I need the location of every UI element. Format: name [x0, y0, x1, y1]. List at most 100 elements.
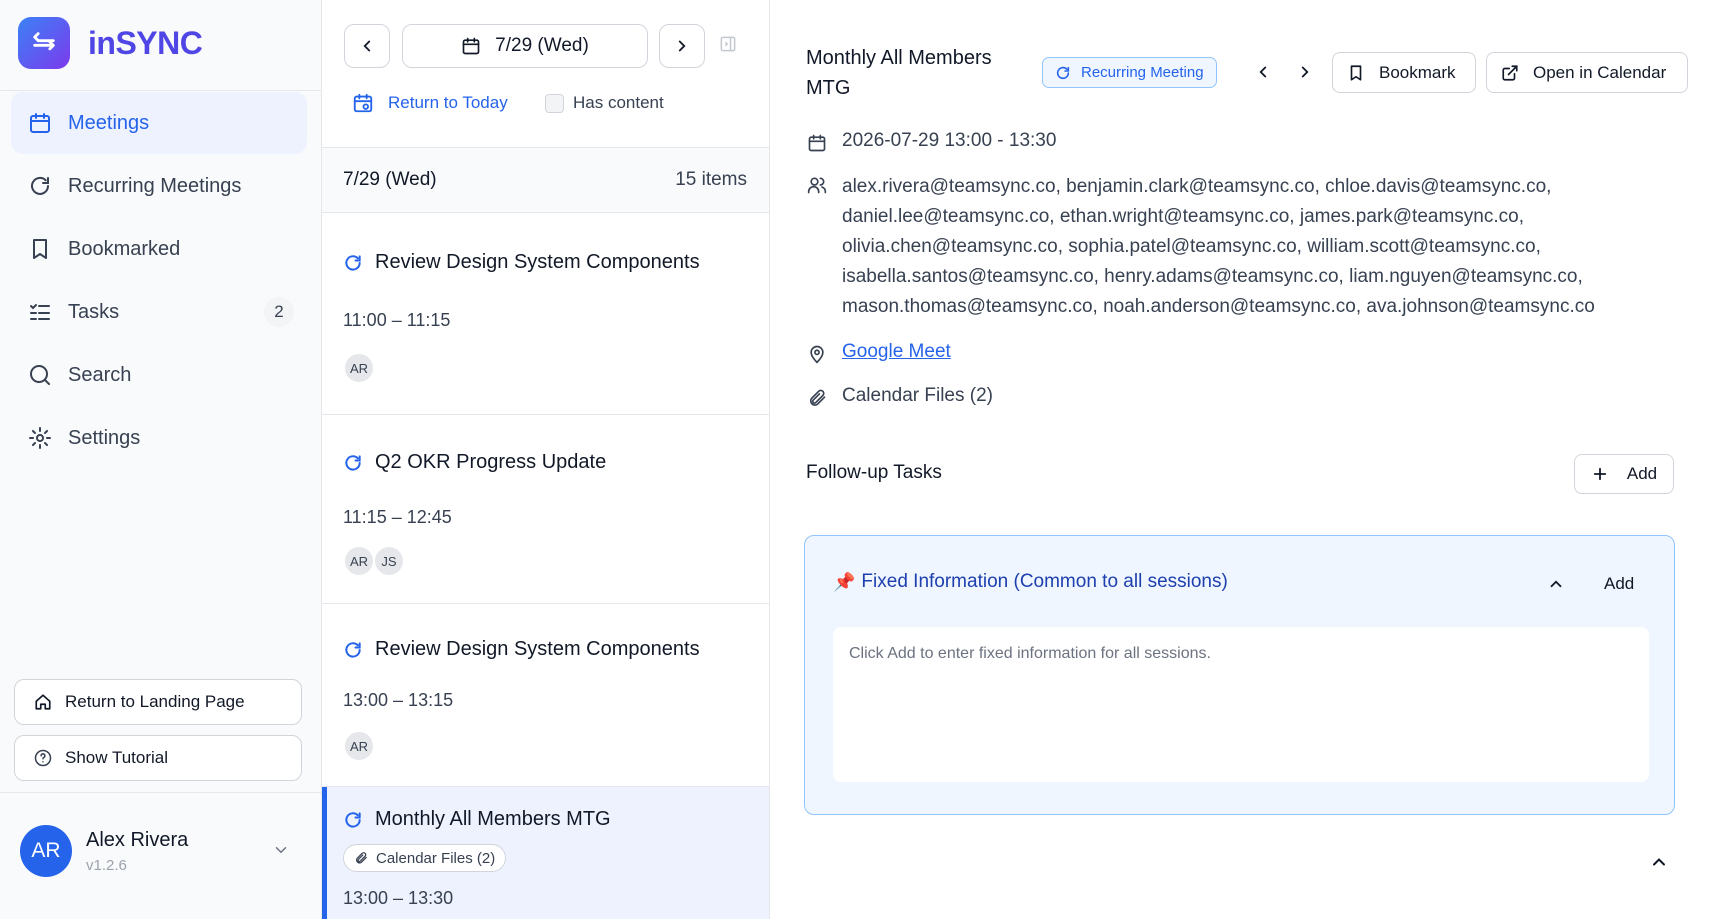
open-in-calendar-label: Open in Calendar [1533, 62, 1667, 82]
has-content-checkbox[interactable] [545, 93, 564, 113]
date-label: 7/29 (Wed) [495, 35, 589, 56]
sidebar-item-meetings[interactable]: Meetings [11, 92, 307, 154]
attendee-list: alex.rivera@teamsync.co, benjamin.clark@… [842, 176, 1595, 317]
location-row: Google Meet [806, 341, 951, 364]
meeting-time: 13:00 – 13:30 [343, 888, 454, 908]
sidebar-item-bookmarked[interactable]: Bookmarked [11, 218, 307, 280]
user-menu[interactable]: AR Alex Rivera v1.2.6 [20, 823, 300, 879]
return-today-button[interactable]: Return to Today [352, 92, 508, 114]
calendar-today-icon [353, 93, 373, 113]
refresh-icon [1056, 66, 1070, 79]
attendee-avatars: AR JS [343, 545, 405, 577]
avatar: AR [343, 545, 375, 577]
fixed-information-title: Fixed Information (Common to all session… [861, 571, 1228, 592]
meeting-time: 11:15 – 12:45 [343, 507, 452, 527]
bookmark-button[interactable]: Bookmark [1332, 52, 1476, 93]
sidebar-item-label: Recurring Meetings [68, 174, 242, 197]
sidebar-item-label: Meetings [68, 111, 150, 134]
divider [0, 792, 321, 793]
fixed-information-header[interactable]: 📌 Fixed Information (Common to all sessi… [833, 571, 1228, 593]
users-icon [806, 175, 828, 195]
next-session-button[interactable] [1293, 60, 1317, 84]
scroll-to-top-button[interactable] [1649, 852, 1669, 872]
meeting-card[interactable]: Review Design System Components 13:00 – … [322, 604, 769, 787]
google-meet-link[interactable]: Google Meet [842, 341, 951, 363]
meeting-title-row: Monthly All Members MTG [343, 808, 611, 831]
meeting-card[interactable]: Q2 OKR Progress Update 11:15 – 12:45 AR … [322, 415, 769, 604]
map-pin-icon [806, 344, 828, 364]
add-followup-task-button[interactable]: Add [1574, 454, 1674, 494]
gear-icon [27, 425, 53, 451]
refresh-icon [345, 811, 361, 828]
meeting-card[interactable]: Review Design System Components 11:00 – … [322, 214, 769, 415]
meeting-detail-title: Monthly All Members MTG [806, 47, 992, 99]
calendar-files-label: Calendar Files (2) [376, 849, 496, 867]
avatar: AR [343, 352, 375, 384]
add-label: Add [1626, 464, 1658, 483]
prev-day-button[interactable] [344, 24, 390, 68]
chevron-right-icon [678, 40, 686, 52]
attendee-avatars: AR [343, 352, 375, 384]
calendar-files-label: Calendar Files (2) [842, 385, 993, 406]
meeting-title: Q2 OKR Progress Update [375, 451, 607, 473]
show-tutorial-label: Show Tutorial [65, 748, 168, 767]
date-picker-button[interactable]: 7/29 (Wed) [402, 24, 648, 68]
pin-icon: 📌 [833, 571, 856, 592]
list-header-date: 7/29 (Wed) [343, 169, 437, 190]
recurring-meeting-badge[interactable]: Recurring Meeting [1042, 57, 1217, 88]
chevron-down-icon [272, 841, 290, 859]
calendar-files-row[interactable]: Calendar Files (2) [806, 385, 993, 408]
chevron-up-icon [1653, 858, 1665, 866]
meeting-title: Review Design System Components [375, 638, 700, 660]
plus-icon [1593, 467, 1607, 481]
open-in-calendar-button[interactable]: Open in Calendar [1486, 52, 1688, 93]
home-icon [33, 692, 53, 712]
add-fixed-info-button[interactable]: Add [1604, 574, 1634, 594]
chevron-left-icon [363, 40, 371, 52]
meeting-datetime-row: 2026-07-29 13:00 - 13:30 [806, 130, 1056, 153]
return-landing-button[interactable]: Return to Landing Page [14, 679, 302, 725]
sidebar-item-tasks[interactable]: Tasks 2 [11, 281, 307, 343]
prev-session-button[interactable] [1251, 60, 1275, 84]
panel-icon[interactable] [718, 34, 738, 54]
sidebar-item-search[interactable]: Search [11, 344, 307, 406]
list-item-count: 15 items [675, 169, 747, 190]
has-content-filter[interactable]: Has content [545, 93, 664, 113]
chevron-right-icon [1301, 66, 1309, 78]
user-info: Alex Rivera v1.2.6 [86, 829, 188, 874]
swap-arrows-icon [33, 32, 55, 51]
next-day-button[interactable] [659, 24, 705, 68]
sidebar: inSYNC Meetings Recurring Meetings Bookm… [0, 0, 322, 919]
followup-tasks-title: Follow-up Tasks [806, 462, 942, 483]
meeting-title: Monthly All Members MTG [375, 808, 611, 830]
meeting-title-row: Review Design System Components [343, 638, 700, 661]
bookmark-icon [1350, 64, 1362, 81]
avatar: JS [373, 545, 405, 577]
calendar-icon [462, 37, 480, 55]
chevron-up-icon[interactable] [1547, 575, 1565, 593]
fixed-information-content[interactable]: Click Add to enter fixed information for… [833, 627, 1649, 782]
calendar-icon [27, 110, 53, 136]
paperclip-icon [356, 852, 367, 864]
attendees-row: alex.rivera@teamsync.co, benjamin.clark@… [806, 172, 1622, 322]
brand[interactable]: inSYNC [18, 17, 203, 69]
meeting-card-selected[interactable]: Monthly All Members MTG Calendar Files (… [322, 787, 769, 919]
search-icon [27, 362, 53, 388]
sidebar-item-recurring-meetings[interactable]: Recurring Meetings [11, 155, 307, 217]
show-tutorial-button[interactable]: Show Tutorial [14, 735, 302, 781]
return-landing-label: Return to Landing Page [65, 692, 245, 711]
sidebar-item-label: Settings [68, 426, 141, 449]
calendar-files-chip[interactable]: Calendar Files (2) [343, 844, 507, 872]
sidebar-item-settings[interactable]: Settings [11, 407, 307, 469]
avatar: AR [343, 730, 375, 762]
refresh-icon [345, 454, 361, 471]
meeting-title-row: Review Design System Components [343, 251, 700, 274]
help-circle-icon [33, 748, 53, 768]
list-header: 7/29 (Wed) 15 items [322, 147, 769, 213]
sidebar-item-label: Tasks [68, 300, 120, 323]
divider [0, 90, 321, 91]
avatar: AR [20, 825, 72, 877]
meeting-list-panel: 7/29 (Wed) Return to Today Has content 7… [322, 0, 770, 919]
meeting-time: 11:00 – 11:15 [343, 310, 451, 330]
bookmark-label: Bookmark [1379, 62, 1456, 82]
